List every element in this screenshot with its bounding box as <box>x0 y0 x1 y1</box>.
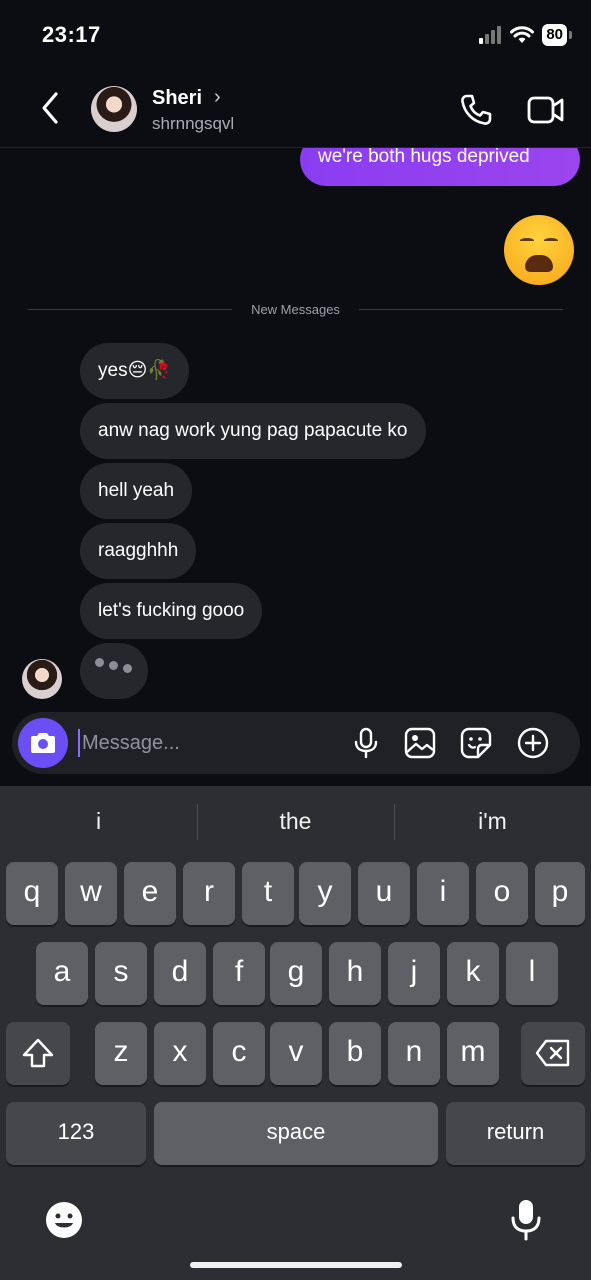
key-s[interactable]: s <box>95 942 147 1005</box>
incoming-message[interactable]: let's fucking gooo <box>80 583 263 639</box>
sticker-icon[interactable] <box>459 726 493 760</box>
return-key[interactable]: return <box>446 1102 585 1165</box>
key-x[interactable]: x <box>154 1022 206 1085</box>
key-p[interactable]: p <box>535 862 585 925</box>
cellular-signal-icon <box>479 26 502 44</box>
image-icon[interactable] <box>403 726 437 760</box>
key-y[interactable]: y <box>299 862 351 925</box>
key-q[interactable]: q <box>6 862 58 925</box>
microphone-icon[interactable] <box>349 726 383 760</box>
incoming-message[interactable]: yes😔🥀 <box>80 343 190 399</box>
typing-dot <box>95 658 104 667</box>
suggestion-item[interactable]: i <box>0 808 197 835</box>
key-r[interactable]: r <box>183 862 235 925</box>
key-g[interactable]: g <box>270 942 322 1005</box>
suggestion-item[interactable]: the <box>197 808 394 835</box>
shift-arrow-icon <box>22 1038 54 1068</box>
battery-indicator: 80 <box>542 24 572 46</box>
outgoing-message-text: we're both hugs deprived <box>318 146 530 167</box>
shift-key[interactable] <box>6 1022 70 1085</box>
dictation-microphone-icon[interactable] <box>508 1198 544 1242</box>
typing-dot <box>123 664 132 673</box>
suggestion-item[interactable]: i'm <box>394 808 591 835</box>
delete-key[interactable] <box>521 1022 585 1085</box>
backspace-icon <box>535 1039 570 1067</box>
sender-avatar[interactable] <box>22 659 62 699</box>
home-indicator[interactable] <box>190 1262 402 1268</box>
key-n[interactable]: n <box>388 1022 440 1085</box>
chevron-right-icon[interactable]: › <box>214 86 221 109</box>
key-e[interactable]: e <box>124 862 176 925</box>
divider-label: New Messages <box>251 302 340 317</box>
plus-circle-icon[interactable] <box>516 726 550 760</box>
video-camera-icon[interactable] <box>526 92 566 128</box>
key-v[interactable]: v <box>270 1022 322 1085</box>
weary-face-emoji[interactable] <box>504 215 574 285</box>
emoji-eye-left <box>520 238 534 243</box>
space-key[interactable]: space <box>154 1102 438 1165</box>
key-j[interactable]: j <box>388 942 440 1005</box>
key-o[interactable]: o <box>476 862 528 925</box>
key-f[interactable]: f <box>213 942 265 1005</box>
key-z[interactable]: z <box>95 1022 147 1085</box>
key-h[interactable]: h <box>329 942 381 1005</box>
status-icons: 80 <box>478 24 572 46</box>
typing-dot <box>109 661 118 670</box>
key-k[interactable]: k <box>447 942 499 1005</box>
incoming-message[interactable]: hell yeah <box>80 463 193 519</box>
incoming-message[interactable]: anw nag work yung pag papacute ko <box>80 403 426 459</box>
chevron-left-icon[interactable] <box>34 90 68 126</box>
incoming-message[interactable]: raagghhh <box>80 523 197 579</box>
emoji-keyboard-icon[interactable] <box>44 1200 84 1240</box>
new-messages-divider: New Messages <box>28 300 563 320</box>
keyboard: i the i'm q w e r t y u i o p a s d f g … <box>0 786 591 1280</box>
typing-indicator <box>80 643 148 699</box>
emoji-eye-right <box>544 238 558 243</box>
wifi-icon <box>510 26 535 43</box>
key-m[interactable]: m <box>447 1022 499 1085</box>
key-l[interactable]: l <box>506 942 558 1005</box>
key-w[interactable]: w <box>65 862 117 925</box>
message-composer <box>12 712 580 774</box>
phone-icon[interactable] <box>458 92 494 128</box>
message-input[interactable] <box>78 729 338 757</box>
key-d[interactable]: d <box>154 942 206 1005</box>
key-b[interactable]: b <box>329 1022 381 1085</box>
contact-avatar[interactable] <box>91 86 137 132</box>
chat-header: Sheri › shrnngsqvl <box>0 70 591 148</box>
suggestion-bar: i the i'm <box>0 786 591 858</box>
key-t[interactable]: t <box>242 862 294 925</box>
contact-username[interactable]: shrnngsqvl <box>152 114 234 134</box>
status-time: 23:17 <box>42 22 101 47</box>
key-c[interactable]: c <box>213 1022 265 1085</box>
key-u[interactable]: u <box>358 862 410 925</box>
key-a[interactable]: a <box>36 942 88 1005</box>
key-i[interactable]: i <box>417 862 469 925</box>
camera-button[interactable] <box>18 718 68 768</box>
status-bar: 23:17 80 <box>0 0 591 70</box>
camera-icon <box>31 733 55 753</box>
emoji-mouth <box>525 255 553 272</box>
numbers-key[interactable]: 123 <box>6 1102 146 1165</box>
contact-name[interactable]: Sheri <box>152 87 202 110</box>
